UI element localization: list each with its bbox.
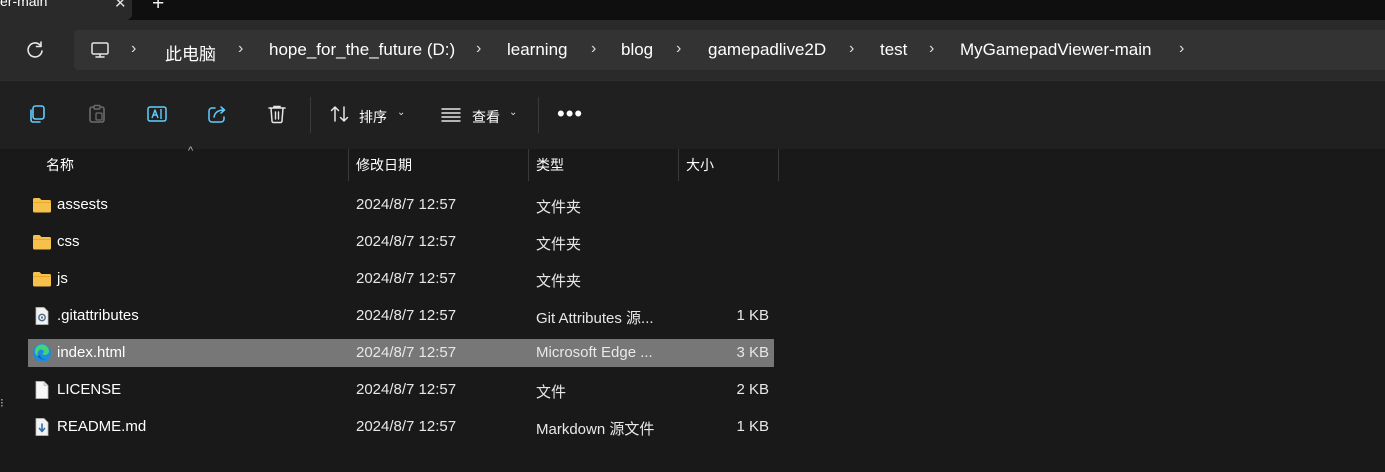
file-date: 2024/8/7 12:57 — [356, 233, 457, 250]
file-row-gitattributes[interactable]: .gitattributes 2024/8/7 12:57 Git Attrib… — [28, 302, 774, 330]
new-tab-icon[interactable]: + — [152, 0, 164, 16]
more-options-button[interactable]: ••• — [557, 103, 583, 125]
file-row-license[interactable]: LICENSE 2024/8/7 12:57 文件 2 KB — [28, 376, 774, 404]
breadcrumb-learning[interactable]: learning — [507, 40, 568, 60]
folder-icon — [33, 235, 51, 250]
breadcrumb-gamepadlive2d[interactable]: gamepadlive2D — [708, 40, 826, 60]
command-bar: 排序 ⌄ 查看 ⌄ ••• — [0, 80, 1385, 150]
refresh-icon[interactable] — [24, 39, 46, 61]
file-name: .gitattributes — [57, 307, 139, 324]
column-header-date[interactable]: 修改日期 — [356, 155, 412, 175]
breadcrumb-this-pc[interactable]: 此电脑 — [165, 40, 216, 65]
copy-icon[interactable] — [26, 103, 48, 125]
toolbar-divider — [310, 97, 311, 133]
file-row-css[interactable]: css 2024/8/7 12:57 文件夹 — [28, 228, 774, 256]
file-date: 2024/8/7 12:57 — [356, 344, 457, 361]
config-file-icon — [35, 307, 49, 325]
column-header-size[interactable]: 大小 — [686, 155, 714, 175]
file-name: js — [57, 270, 68, 287]
sort-ascending-icon: ^ — [188, 145, 194, 157]
file-type: 文件夹 — [536, 199, 582, 216]
file-type: 文件夹 — [536, 273, 582, 290]
delete-icon[interactable] — [266, 103, 288, 125]
navigation-bar: › 此电脑 › hope_for_the_future (D:) › learn… — [0, 20, 1385, 80]
file-size: 2 KB — [736, 381, 769, 398]
this-pc-icon[interactable] — [90, 40, 110, 60]
column-header-name[interactable]: 名称 — [46, 155, 74, 175]
chevron-right-icon[interactable]: › — [1179, 40, 1184, 58]
tab-title: er-main — [0, 0, 48, 9]
chevron-down-icon[interactable]: ⌄ — [397, 107, 405, 118]
view-icon[interactable] — [440, 103, 462, 125]
file-type: Markdown 源文件 — [536, 421, 655, 438]
column-divider[interactable] — [348, 149, 349, 181]
chevron-down-icon[interactable]: ⌄ — [509, 107, 517, 118]
file-type: 文件 — [536, 384, 567, 401]
side-handle-icon: ⁝ — [0, 396, 4, 410]
column-divider[interactable] — [778, 149, 779, 181]
file-row-assests[interactable]: assests 2024/8/7 12:57 文件夹 — [28, 191, 774, 219]
file-row-readme[interactable]: README.md 2024/8/7 12:57 Markdown 源文件 1 … — [28, 413, 774, 441]
sort-icon[interactable] — [329, 103, 351, 125]
breadcrumb-mygamepadviewer[interactable]: MyGamepadViewer-main — [960, 40, 1151, 60]
rename-icon[interactable] — [146, 103, 168, 125]
file-name: README.md — [57, 418, 147, 435]
chevron-right-icon[interactable]: › — [591, 40, 596, 58]
file-name: css — [57, 233, 80, 250]
file-date: 2024/8/7 12:57 — [356, 381, 457, 398]
breadcrumb-blog[interactable]: blog — [621, 40, 653, 60]
file-list: ^ 名称 修改日期 类型 大小 ⁝ assests 2024/8/7 12:57… — [0, 145, 1385, 472]
file-type: 文件夹 — [536, 236, 582, 253]
chevron-right-icon[interactable]: › — [929, 40, 934, 58]
column-divider[interactable] — [528, 149, 529, 181]
folder-icon — [33, 198, 51, 213]
file-row-index-html[interactable]: index.html 2024/8/7 12:57 Microsoft Edge… — [28, 339, 774, 367]
column-divider[interactable] — [678, 149, 679, 181]
toolbar-divider — [538, 97, 539, 133]
breadcrumb-test[interactable]: test — [880, 40, 907, 60]
file-size: 1 KB — [736, 418, 769, 435]
share-icon[interactable] — [206, 103, 228, 125]
column-header-type[interactable]: 类型 — [536, 155, 564, 175]
file-name: LICENSE — [57, 381, 122, 398]
chevron-right-icon[interactable]: › — [676, 40, 681, 58]
view-button[interactable]: 查看 — [472, 107, 500, 127]
file-date: 2024/8/7 12:57 — [356, 418, 457, 435]
paste-icon[interactable] — [86, 103, 108, 125]
file-date: 2024/8/7 12:57 — [356, 196, 457, 213]
blank-file-icon — [35, 381, 49, 399]
edge-icon — [33, 344, 51, 362]
breadcrumb-drive[interactable]: hope_for_the_future (D:) — [269, 40, 455, 60]
file-name: index.html — [57, 344, 126, 361]
sort-button[interactable]: 排序 — [359, 107, 387, 127]
file-size: 3 KB — [736, 344, 769, 361]
chevron-right-icon[interactable]: › — [849, 40, 854, 58]
file-date: 2024/8/7 12:57 — [356, 307, 457, 324]
file-type: Microsoft Edge ... — [536, 344, 653, 361]
chevron-right-icon[interactable]: › — [238, 40, 243, 58]
chevron-right-icon[interactable]: › — [476, 40, 481, 58]
file-type: Git Attributes 源... — [536, 310, 654, 327]
file-date: 2024/8/7 12:57 — [356, 270, 457, 287]
folder-icon — [33, 272, 51, 287]
tab-strip: er-main ✕ + — [0, 0, 1385, 20]
close-icon[interactable]: ✕ — [114, 0, 127, 12]
file-size: 1 KB — [736, 307, 769, 324]
address-bar[interactable]: › 此电脑 › hope_for_the_future (D:) › learn… — [74, 30, 1385, 70]
file-row-js[interactable]: js 2024/8/7 12:57 文件夹 — [28, 265, 774, 293]
chevron-right-icon[interactable]: › — [131, 40, 136, 58]
file-name: assests — [57, 196, 108, 213]
markdown-file-icon — [35, 418, 49, 436]
tab-current[interactable]: er-main ✕ — [0, 0, 132, 20]
